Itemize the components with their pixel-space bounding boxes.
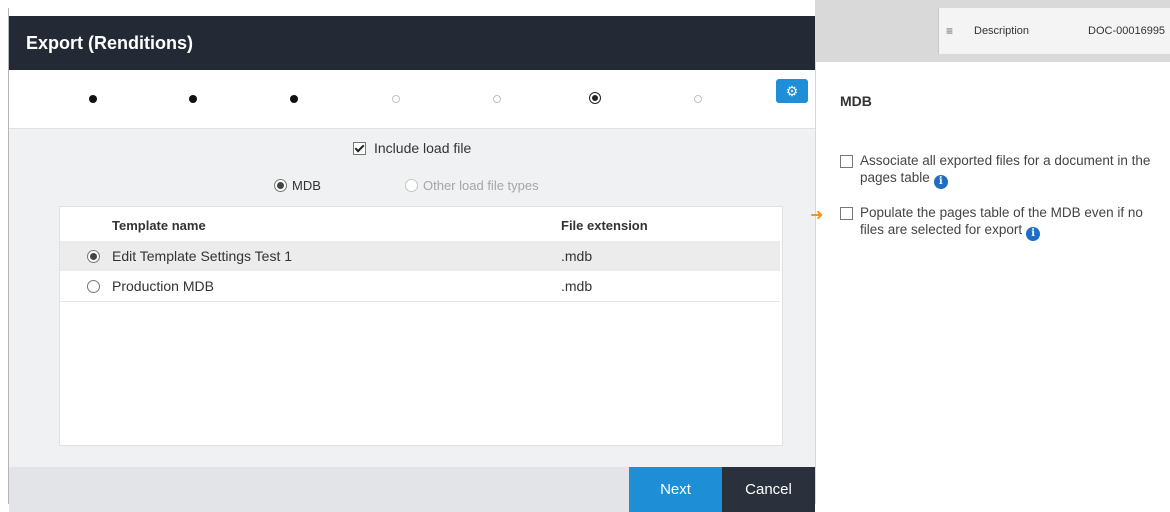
wizard-steps	[9, 70, 815, 128]
info-icon[interactable]: i	[933, 174, 948, 189]
template-name-cell: Production MDB	[112, 278, 214, 294]
table-row[interactable]: Edit Template Settings Test 1 .mdb	[60, 241, 780, 271]
panel-title: MDB	[840, 93, 872, 109]
mdb-radio-label: MDB	[292, 178, 321, 193]
step-2-indicator[interactable]	[189, 95, 197, 103]
dialog-footer: Next Cancel	[9, 467, 815, 512]
row-select-radio[interactable]	[87, 250, 100, 263]
associate-files-checkbox[interactable]	[840, 155, 853, 168]
other-load-file-types-radio-option: Other load file types	[405, 178, 539, 193]
pointer-arrow-icon: ➜	[810, 207, 824, 224]
populate-pages-label: Populate the pages table of the MDB even…	[860, 205, 1143, 241]
step-4-indicator	[392, 95, 400, 103]
associate-files-option[interactable]: Associate all exported files for a docum…	[840, 152, 1160, 189]
include-load-file-option[interactable]: Include load file	[353, 140, 471, 156]
include-load-file-checkbox[interactable]	[353, 141, 366, 155]
dialog-header: Export (Renditions)	[9, 16, 815, 70]
file-extension-cell: .mdb	[561, 248, 593, 264]
template-name-cell: Edit Template Settings Test 1	[112, 248, 293, 264]
populate-pages-checkbox[interactable]	[840, 207, 853, 220]
template-table: Template name File extension Edit Templa…	[59, 206, 783, 446]
step-1-indicator[interactable]	[89, 95, 97, 103]
dialog-title: Export (Renditions)	[26, 33, 193, 53]
background-doc-id: DOC-00016995	[1088, 25, 1166, 37]
next-button[interactable]: Next	[629, 467, 722, 512]
list-icon: ≡	[946, 24, 954, 38]
associate-files-label: Associate all exported files for a docum…	[860, 153, 1151, 189]
include-load-file-label: Include load file	[374, 140, 472, 156]
step-5-indicator	[493, 95, 501, 103]
mdb-settings-panel: MDB Associate all exported files for a d…	[815, 62, 1170, 504]
cancel-button[interactable]: Cancel	[722, 467, 815, 512]
populate-pages-option[interactable]: Populate the pages table of the MDB even…	[840, 204, 1160, 241]
table-header: Template name File extension	[60, 207, 780, 241]
steps-divider	[9, 128, 815, 129]
mdb-radio[interactable]	[274, 179, 287, 192]
background-document-row: ≡ Description DOC-00016995	[938, 18, 1170, 44]
file-extension-cell: .mdb	[561, 278, 593, 294]
column-header-template-name[interactable]: Template name	[112, 218, 206, 233]
mdb-radio-option[interactable]: MDB	[274, 178, 321, 193]
other-load-file-types-radio	[405, 179, 418, 192]
other-load-file-types-label: Other load file types	[423, 178, 539, 193]
row-select-radio[interactable]	[87, 280, 100, 293]
info-icon[interactable]: i	[1026, 226, 1041, 241]
step-3-indicator[interactable]	[290, 95, 298, 103]
dialog-top-margin	[9, 8, 815, 16]
gear-icon: ⚙	[785, 82, 799, 99]
table-row[interactable]: Production MDB .mdb	[60, 271, 780, 302]
export-dialog: Export (Renditions) ⚙ Include load file …	[8, 8, 815, 512]
step-6-indicator-current	[589, 92, 601, 104]
column-header-file-extension[interactable]: File extension	[561, 218, 648, 233]
background-description-label: Description	[974, 25, 1030, 37]
step-7-indicator	[694, 95, 702, 103]
settings-button[interactable]: ⚙	[776, 79, 808, 103]
